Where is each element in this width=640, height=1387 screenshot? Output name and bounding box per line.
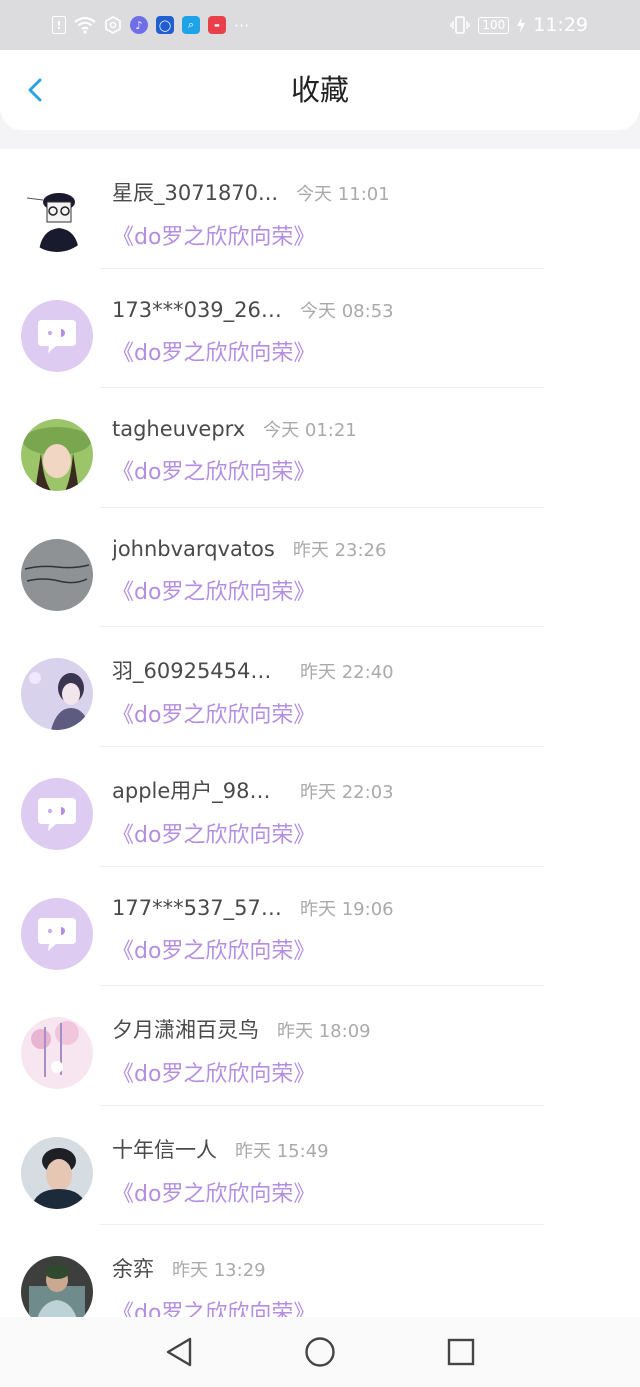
favorite-item[interactable]: tagheuveprx 今天 01:21 《do罗之欣欣向荣》 — [0, 388, 640, 508]
favorite-meta: 余弈 昨天 13:29 《do罗之欣欣向荣》 — [112, 1253, 620, 1317]
charging-icon — [517, 17, 526, 33]
favorite-header-row: 夕月潇湘百灵鸟 昨天 18:09 — [112, 1014, 620, 1044]
hexagon-icon — [105, 16, 121, 34]
user-avatar[interactable] — [21, 180, 93, 252]
favorite-meta: 173***039_267... 今天 08:53 《do罗之欣欣向荣》 — [112, 297, 620, 367]
book-title-link[interactable]: 《do罗之欣欣向荣》 — [112, 817, 620, 849]
book-title-link[interactable]: 《do罗之欣欣向荣》 — [112, 697, 620, 729]
header: 收藏 — [0, 50, 640, 130]
username[interactable]: 夕月潇湘百灵鸟 — [112, 1014, 259, 1044]
user-avatar[interactable] — [21, 1136, 93, 1209]
favorite-item[interactable]: 173***039_267... 今天 08:53 《do罗之欣欣向荣》 — [0, 269, 640, 389]
status-right-icons: 100 11:29 — [450, 14, 588, 36]
favorite-meta: tagheuveprx 今天 01:21 《do罗之欣欣向荣》 — [112, 416, 620, 486]
favorite-header-row: johnbvarqvatos 昨天 23:26 — [112, 536, 620, 562]
nav-home-button[interactable] — [302, 1334, 338, 1370]
favorite-item[interactable]: 余弈 昨天 13:29 《do罗之欣欣向荣》 — [0, 1225, 640, 1317]
book-title-link[interactable]: 《do罗之欣欣向荣》 — [112, 335, 620, 367]
user-avatar[interactable] — [21, 538, 93, 611]
nav-recents-button[interactable] — [443, 1334, 479, 1370]
favorite-header-row: 十年信一人 昨天 15:49 — [112, 1134, 620, 1164]
favorite-header-row: 177***537_571... 昨天 19:06 — [112, 895, 620, 921]
timestamp: 今天 01:21 — [263, 420, 357, 442]
favorite-meta: 十年信一人 昨天 15:49 《do罗之欣欣向荣》 — [112, 1134, 620, 1208]
username[interactable]: 173***039_267... — [112, 298, 282, 322]
favorite-meta: apple用户_988... 昨天 22:03 《do罗之欣欣向荣》 — [112, 775, 620, 849]
more-dots-icon: ··· — [234, 15, 250, 35]
chat-bubble-icon — [38, 319, 76, 353]
chat-bubble-icon — [38, 917, 76, 951]
username[interactable]: 177***537_571... — [112, 896, 282, 920]
book-title-link[interactable]: 《do罗之欣欣向荣》 — [112, 1176, 620, 1208]
favorite-item[interactable]: 177***537_571... 昨天 19:06 《do罗之欣欣向荣》 — [0, 867, 640, 987]
user-avatar[interactable] — [21, 299, 93, 372]
back-triangle-icon — [166, 1337, 192, 1367]
user-avatar[interactable] — [21, 419, 93, 492]
timestamp: 昨天 15:49 — [235, 1140, 329, 1162]
username[interactable]: tagheuveprx — [112, 417, 245, 441]
vibrate-icon — [450, 16, 471, 34]
user-avatar[interactable] — [21, 1256, 93, 1317]
book-title-link[interactable]: 《do罗之欣欣向荣》 — [112, 219, 620, 251]
battery-icon: 100 — [478, 16, 510, 34]
search-app-icon: ⌕ — [182, 16, 200, 34]
timestamp: 今天 11:01 — [296, 184, 390, 205]
favorites-list: 星辰_3071870... 今天 11:01 《do罗之欣欣向荣》 173***… — [0, 149, 640, 1317]
timestamp: 昨天 18:09 — [277, 1021, 371, 1043]
page-title: 收藏 — [290, 73, 349, 107]
system-nav-bar — [0, 1317, 640, 1387]
favorite-meta: 177***537_571... 昨天 19:06 《do罗之欣欣向荣》 — [112, 895, 620, 965]
huawei-app-icon: ▬ — [208, 16, 226, 34]
timestamp: 昨天 23:26 — [292, 539, 387, 561]
username[interactable]: 余弈 — [112, 1253, 154, 1283]
sim-alert-icon: ! — [52, 16, 66, 34]
favorite-header-row: apple用户_988... 昨天 22:03 — [112, 775, 620, 805]
favorite-meta: 星辰_3071870... 今天 11:01 《do罗之欣欣向荣》 — [112, 177, 620, 251]
chat-bubble-icon — [38, 797, 76, 831]
username[interactable]: apple用户_988... — [112, 775, 282, 805]
timestamp: 昨天 22:40 — [300, 662, 394, 684]
timestamp: 今天 08:53 — [300, 300, 394, 322]
favorite-meta: 夕月潇湘百灵鸟 昨天 18:09 《do罗之欣欣向荣》 — [112, 1014, 620, 1088]
user-avatar[interactable] — [21, 1017, 93, 1090]
book-title-link[interactable]: 《do罗之欣欣向荣》 — [112, 933, 620, 965]
timestamp: 昨天 13:29 — [172, 1260, 266, 1282]
user-avatar[interactable] — [21, 897, 93, 970]
user-avatar[interactable] — [21, 777, 93, 850]
timestamp: 昨天 22:03 — [300, 781, 394, 803]
username[interactable]: 十年信一人 — [112, 1134, 217, 1164]
user-avatar[interactable] — [21, 658, 93, 731]
username[interactable]: 羽_609254549... — [112, 655, 282, 685]
status-left-icons: ! ♪ ◯ ⌕ ▬ ··· — [52, 16, 249, 35]
wifi-icon — [74, 17, 96, 34]
favorite-item[interactable]: 羽_609254549... 昨天 22:40 《do罗之欣欣向荣》 — [0, 627, 640, 747]
favorite-meta: johnbvarqvatos 昨天 23:26 《do罗之欣欣向荣》 — [112, 536, 620, 606]
favorite-header-row: 173***039_267... 今天 08:53 — [112, 297, 620, 323]
favorite-item[interactable]: apple用户_988... 昨天 22:03 《do罗之欣欣向荣》 — [0, 747, 640, 867]
book-title-link[interactable]: 《do罗之欣欣向荣》 — [112, 574, 620, 606]
music-app-icon: ♪ — [130, 16, 148, 34]
status-time: 11:29 — [533, 14, 588, 36]
book-title-link[interactable]: 《do罗之欣欣向荣》 — [112, 1056, 620, 1088]
favorite-header-row: 星辰_3071870... 今天 11:01 — [112, 177, 620, 207]
status-bar: ! ♪ ◯ ⌕ ▬ ··· 100 11:29 — [0, 0, 640, 50]
username[interactable]: 星辰_3071870... — [112, 177, 278, 207]
favorite-header-row: tagheuveprx 今天 01:21 — [112, 416, 620, 442]
timestamp: 昨天 19:06 — [300, 898, 394, 920]
favorite-meta: 羽_609254549... 昨天 22:40 《do罗之欣欣向荣》 — [112, 655, 620, 729]
username[interactable]: johnbvarqvatos — [112, 537, 275, 561]
bulb-app-icon: ◯ — [156, 16, 174, 34]
book-title-link[interactable]: 《do罗之欣欣向荣》 — [112, 454, 620, 486]
nav-back-button[interactable] — [161, 1334, 197, 1370]
favorite-item[interactable]: 夕月潇湘百灵鸟 昨天 18:09 《do罗之欣欣向荣》 — [0, 986, 640, 1106]
favorite-item[interactable]: 星辰_3071870... 今天 11:01 《do罗之欣欣向荣》 — [0, 149, 640, 269]
favorite-item[interactable]: johnbvarqvatos 昨天 23:26 《do罗之欣欣向荣》 — [0, 508, 640, 628]
favorite-header-row: 羽_609254549... 昨天 22:40 — [112, 655, 620, 685]
recents-square-icon — [447, 1338, 475, 1366]
home-circle-icon — [305, 1337, 335, 1367]
favorite-header-row: 余弈 昨天 13:29 — [112, 1253, 620, 1283]
book-title-link[interactable]: 《do罗之欣欣向荣》 — [112, 1295, 620, 1317]
favorite-item[interactable]: 十年信一人 昨天 15:49 《do罗之欣欣向荣》 — [0, 1106, 640, 1226]
